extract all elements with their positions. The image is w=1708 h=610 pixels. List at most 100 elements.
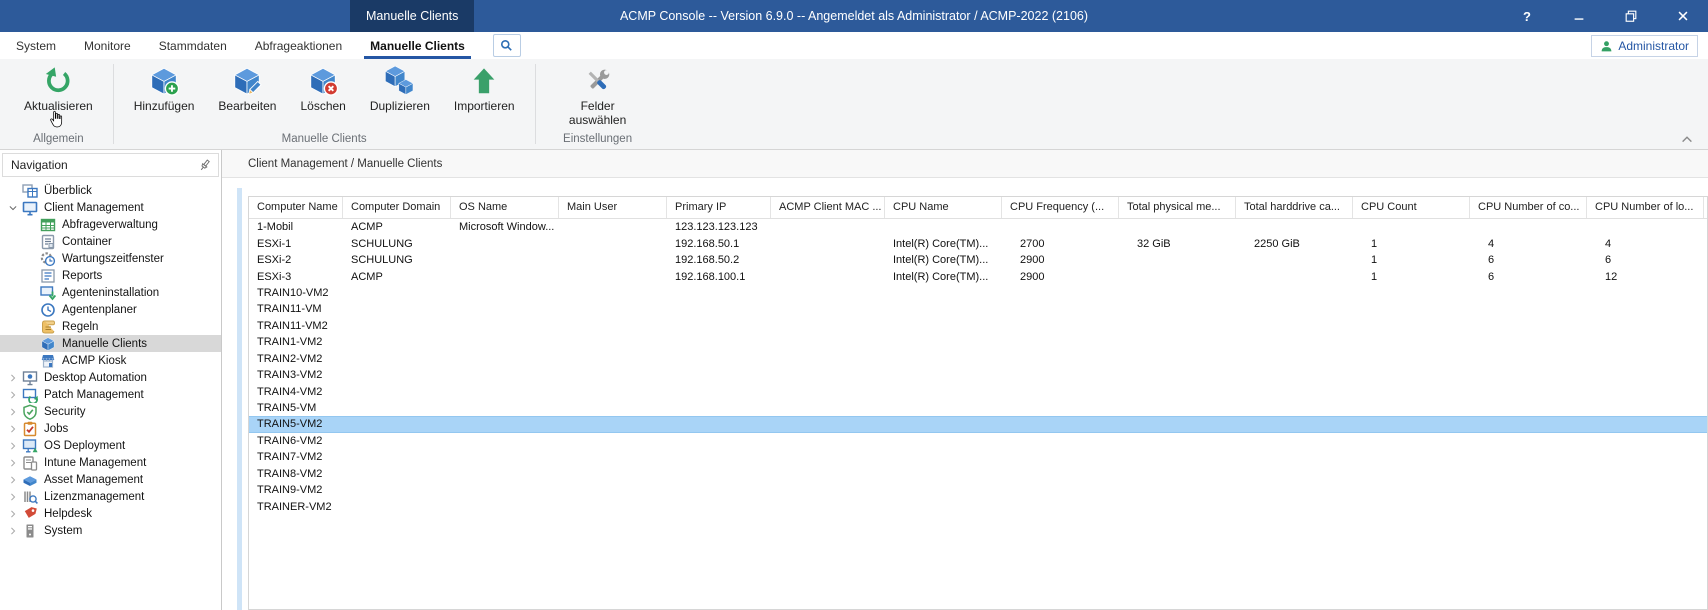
felder-ausw-hlen-button[interactable]: Felder auswählen bbox=[544, 64, 652, 131]
menu-item-monitore[interactable]: Monitore bbox=[82, 32, 133, 59]
column-header-acmp-client-mac[interactable]: ACMP Client MAC ... bbox=[771, 197, 885, 218]
nav-item-acmp-kiosk[interactable]: ACMP Kiosk bbox=[0, 352, 221, 369]
table-row-esxi-1[interactable]: ESXi-1SCHULUNG192.168.50.1Intel(R) Core(… bbox=[249, 235, 1707, 251]
nav-item-os-deployment[interactable]: OS Deployment bbox=[0, 437, 221, 454]
chevron-collapsed-icon[interactable] bbox=[4, 371, 22, 385]
table-row-esxi-3[interactable]: ESXi-3ACMP192.168.100.1Intel(R) Core(TM)… bbox=[249, 268, 1707, 284]
duplizieren-button[interactable]: Duplizieren bbox=[358, 64, 442, 131]
table-cell: 1-Mobil bbox=[249, 221, 343, 233]
column-header-cpu-count[interactable]: CPU Count bbox=[1353, 197, 1470, 218]
nav-item-container[interactable]: Container bbox=[0, 233, 221, 250]
aktualisieren-button[interactable]: Aktualisieren bbox=[12, 64, 105, 131]
nav-item-client-management[interactable]: Client Management bbox=[0, 199, 221, 216]
table-cell: 12 bbox=[1587, 271, 1704, 283]
table-row-train2-vm2[interactable]: TRAIN2-VM2 bbox=[249, 351, 1707, 367]
table-cell: 6 bbox=[1470, 271, 1587, 283]
column-header-cpu-number-of-lo[interactable]: CPU Number of lo... bbox=[1587, 197, 1704, 218]
chevron-collapsed-icon[interactable] bbox=[4, 507, 22, 521]
table-row-train7-vm2[interactable]: TRAIN7-VM2 bbox=[249, 449, 1707, 465]
nav-item-patch-management[interactable]: Patch Management bbox=[0, 386, 221, 403]
help-button[interactable]: ? bbox=[1516, 5, 1538, 27]
ribbon-button-label: Bearbeiten bbox=[218, 99, 276, 113]
nav-item-agentenplaner[interactable]: Agentenplaner bbox=[0, 301, 221, 318]
column-header-cpu-name[interactable]: CPU Name bbox=[885, 197, 1002, 218]
cube-edit-icon bbox=[232, 66, 262, 96]
table-row-train11-vm[interactable]: TRAIN11-VM bbox=[249, 301, 1707, 317]
menu-item-stammdaten[interactable]: Stammdaten bbox=[157, 32, 229, 59]
table-row-train9-vm2[interactable]: TRAIN9-VM2 bbox=[249, 482, 1707, 498]
user-button[interactable]: Administrator bbox=[1591, 35, 1698, 57]
column-header-os-name[interactable]: OS Name bbox=[451, 197, 559, 218]
nav-item-wartungszeitfenster[interactable]: Wartungszeitfenster bbox=[0, 250, 221, 267]
nav-item-manuelle-clients[interactable]: Manuelle Clients bbox=[0, 335, 221, 352]
helpdesk-icon bbox=[22, 506, 38, 522]
table-row-train3-vm2[interactable]: TRAIN3-VM2 bbox=[249, 367, 1707, 383]
table-row-train6-vm2[interactable]: TRAIN6-VM2 bbox=[249, 433, 1707, 449]
table-row-train5-vm2[interactable]: TRAIN5-VM2 bbox=[249, 416, 1707, 432]
chevron-collapsed-icon[interactable] bbox=[4, 405, 22, 419]
column-header-computer-name[interactable]: Computer Name bbox=[249, 197, 343, 218]
column-header-total-physical-me[interactable]: Total physical me... bbox=[1119, 197, 1236, 218]
nav-item-intune-management[interactable]: Intune Management bbox=[0, 454, 221, 471]
table-row-1-mobil[interactable]: 1-MobilACMPMicrosoft Window...123.123.12… bbox=[249, 219, 1707, 235]
table-row-train8-vm2[interactable]: TRAIN8-VM2 bbox=[249, 466, 1707, 482]
column-header-label: Computer Domain bbox=[351, 201, 440, 213]
column-header-primary-ip[interactable]: Primary IP bbox=[667, 197, 771, 218]
nav-item-reports[interactable]: Reports bbox=[0, 267, 221, 284]
pin-icon[interactable] bbox=[198, 158, 212, 172]
table-row-train1-vm2[interactable]: TRAIN1-VM2 bbox=[249, 334, 1707, 350]
panel-splitter[interactable] bbox=[237, 188, 242, 610]
nav-item-abfrageverwaltung[interactable]: Abfrageverwaltung bbox=[0, 216, 221, 233]
table-row-train11-vm2[interactable]: TRAIN11-VM2 bbox=[249, 318, 1707, 334]
column-header-label: CPU Count bbox=[1361, 201, 1417, 213]
hinzuf-gen-button[interactable]: Hinzufügen bbox=[122, 64, 207, 131]
close-button[interactable] bbox=[1672, 5, 1694, 27]
chevron-collapsed-icon[interactable] bbox=[4, 524, 22, 538]
chevron-collapsed-icon[interactable] bbox=[4, 422, 22, 436]
table-row-train4-vm2[interactable]: TRAIN4-VM2 bbox=[249, 383, 1707, 399]
nav-item-agenteninstallation[interactable]: Agenteninstallation bbox=[0, 284, 221, 301]
column-header-cpu-number-of-co[interactable]: CPU Number of co... bbox=[1470, 197, 1587, 218]
column-header-total-harddrive-ca[interactable]: Total harddrive ca... bbox=[1236, 197, 1353, 218]
menu-item-abfrageaktionen[interactable]: Abfrageaktionen bbox=[253, 32, 344, 59]
table-row-train10-vm2[interactable]: TRAIN10-VM2 bbox=[249, 285, 1707, 301]
column-header-cpu-frequency[interactable]: CPU Frequency (... bbox=[1002, 197, 1119, 218]
minimize-button[interactable] bbox=[1568, 5, 1590, 27]
column-header-main-user[interactable]: Main User bbox=[559, 197, 667, 218]
search-button[interactable] bbox=[493, 34, 521, 57]
column-header-label: Primary IP bbox=[675, 201, 726, 213]
nav-item-jobs[interactable]: Jobs bbox=[0, 420, 221, 437]
chevron-expanded-icon[interactable] bbox=[4, 201, 22, 215]
ribbon-button-label: Aktualisieren bbox=[24, 99, 93, 113]
search-icon bbox=[500, 39, 513, 52]
collapse-ribbon-button[interactable] bbox=[1680, 132, 1694, 144]
chevron-collapsed-icon[interactable] bbox=[4, 439, 22, 453]
importieren-button[interactable]: Importieren bbox=[442, 64, 527, 131]
ribbon-group-einstellungen: Felder auswählenEinstellungen bbox=[536, 59, 660, 149]
nav-item-regeln[interactable]: Regeln bbox=[0, 318, 221, 335]
column-header-computer-domain[interactable]: Computer Domain bbox=[343, 197, 451, 218]
table-row-train5-vm[interactable]: TRAIN5-VM bbox=[249, 400, 1707, 416]
table-row-trainer-vm2[interactable]: TRAINER-VM2 bbox=[249, 498, 1707, 514]
menu-item-manuelle-clients[interactable]: Manuelle Clients bbox=[368, 32, 467, 59]
nav-item-berblick[interactable]: Überblick bbox=[0, 182, 221, 199]
menu-item-system[interactable]: System bbox=[14, 32, 58, 59]
nav-item-system[interactable]: System bbox=[0, 522, 221, 539]
table-cell: TRAIN11-VM2 bbox=[249, 320, 343, 332]
chevron-collapsed-icon[interactable] bbox=[4, 473, 22, 487]
nav-item-lizenzmanagement[interactable]: Lizenzmanagement bbox=[0, 488, 221, 505]
nav-item-asset-management[interactable]: Asset Management bbox=[0, 471, 221, 488]
table-body: 1-MobilACMPMicrosoft Window...123.123.12… bbox=[249, 219, 1707, 515]
chevron-collapsed-icon[interactable] bbox=[4, 388, 22, 402]
chevron-collapsed-icon[interactable] bbox=[4, 456, 22, 470]
titlebar-active-tab[interactable]: Manuelle Clients bbox=[350, 0, 474, 32]
maximize-button[interactable] bbox=[1620, 5, 1642, 27]
column-header-label: CPU Number of co... bbox=[1478, 201, 1579, 213]
nav-item-security[interactable]: Security bbox=[0, 403, 221, 420]
nav-item-desktop-automation[interactable]: Desktop Automation bbox=[0, 369, 221, 386]
chevron-collapsed-icon[interactable] bbox=[4, 490, 22, 504]
table-row-esxi-2[interactable]: ESXi-2SCHULUNG192.168.50.2Intel(R) Core(… bbox=[249, 252, 1707, 268]
nav-item-helpdesk[interactable]: Helpdesk bbox=[0, 505, 221, 522]
l-schen-button[interactable]: Löschen bbox=[288, 64, 357, 131]
bearbeiten-button[interactable]: Bearbeiten bbox=[206, 64, 288, 131]
